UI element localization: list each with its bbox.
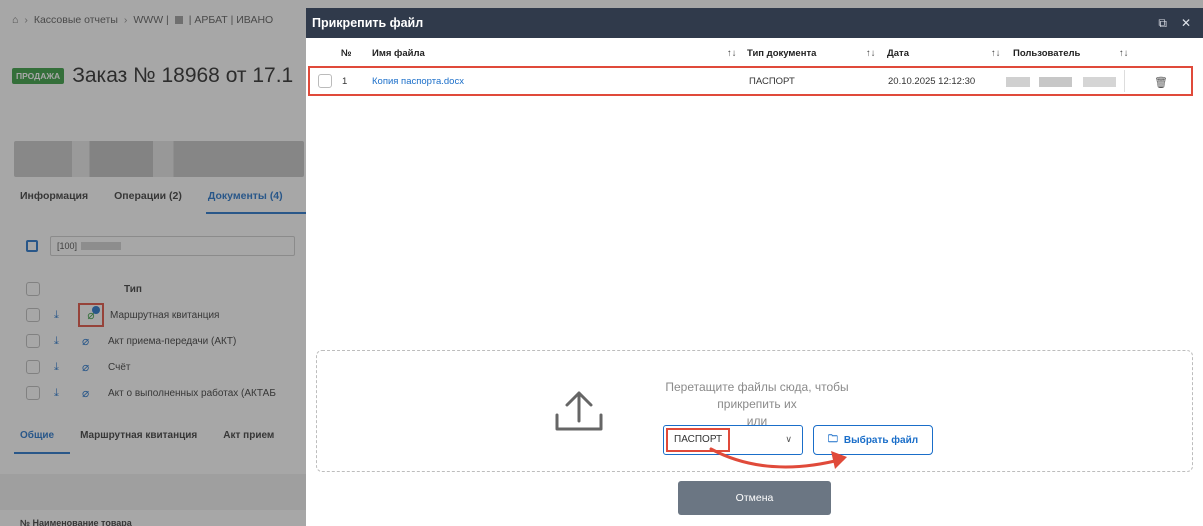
col-num: № <box>341 48 352 59</box>
col-date[interactable]: Дата <box>887 48 909 59</box>
maximize-icon[interactable]: ⧉ <box>1158 16 1167 31</box>
sort-icon[interactable]: ↑↓ <box>991 48 1001 59</box>
sort-icon[interactable]: ↑↓ <box>727 48 737 59</box>
files-table-header: № Имя файла ↑↓ Тип документа ↑↓ Дата ↑↓ … <box>306 38 1203 66</box>
sort-icon[interactable]: ↑↓ <box>1119 48 1129 59</box>
col-doc-type[interactable]: Тип документа <box>747 48 816 59</box>
sort-icon[interactable]: ↑↓ <box>866 48 876 59</box>
upload-icon <box>555 391 603 431</box>
attach-file-dialog: Прикрепить файл ⧉ ✕ № Имя файла ↑↓ Тип д… <box>306 8 1203 526</box>
file-drop-zone[interactable]: Перетащите файлы сюда, чтобы прикрепить … <box>316 350 1193 472</box>
annotation-arrow <box>709 447 847 469</box>
col-user[interactable]: Пользователь <box>1013 48 1080 59</box>
col-filename[interactable]: Имя файла <box>372 48 425 59</box>
drop-instructions: Перетащите файлы сюда, чтобы прикрепить … <box>647 379 867 430</box>
dialog-header-icons: ⧉ ✕ <box>1158 16 1191 31</box>
close-icon[interactable]: ✕ <box>1181 16 1191 31</box>
cancel-button[interactable]: Отмена <box>678 481 831 515</box>
dialog-header: Прикрепить файл ⧉ ✕ <box>306 8 1203 38</box>
drop-text-main: Перетащите файлы сюда, чтобы прикрепить … <box>665 380 849 411</box>
dialog-title: Прикрепить файл <box>312 16 424 30</box>
row-highlight-box <box>308 66 1193 96</box>
